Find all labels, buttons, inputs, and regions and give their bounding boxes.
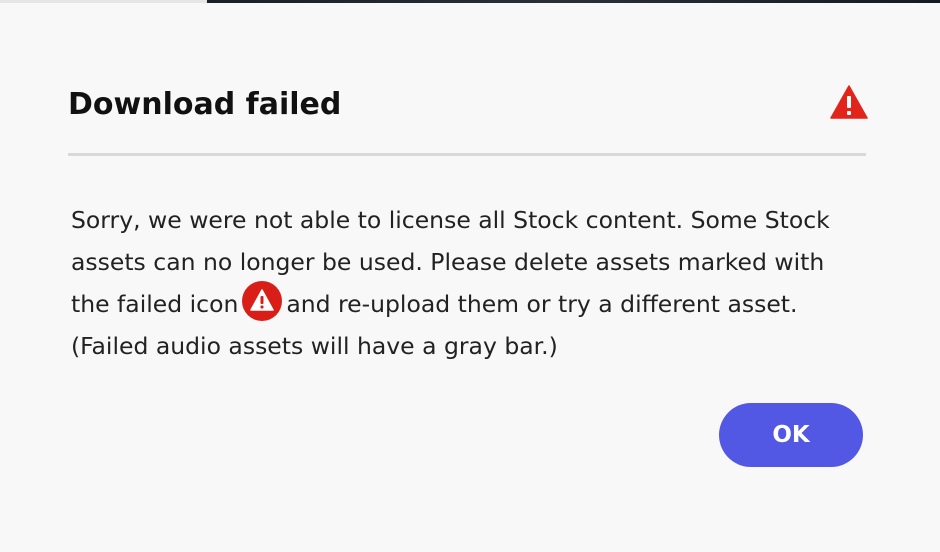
alert-circle-icon: [242, 280, 283, 321]
ok-button[interactable]: OK: [719, 403, 863, 467]
title-divider: [68, 153, 866, 156]
download-failed-dialog: Download failed Sorry, we were not able …: [0, 3, 940, 552]
dialog-message: Sorry, we were not able to license all S…: [71, 199, 851, 367]
dialog-title: Download failed: [68, 87, 342, 122]
alert-triangle-icon: [830, 85, 868, 119]
